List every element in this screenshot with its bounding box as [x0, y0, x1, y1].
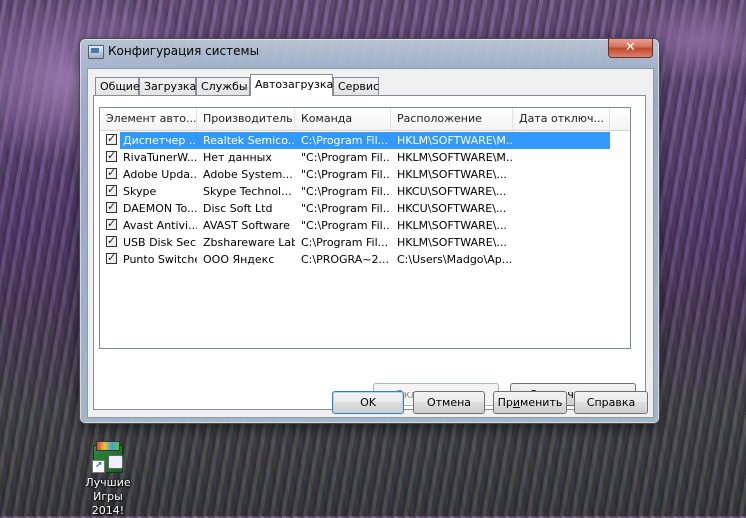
list-header: Элемент авто... Производитель Команда Ра… [100, 108, 630, 131]
list-row[interactable]: DAEMON To... Disc Soft Ltd "C:\Program F… [100, 200, 610, 217]
column-header-vendor[interactable]: Производитель [197, 108, 295, 130]
startup-checkbox[interactable] [106, 166, 117, 179]
cell-command: "C:\Program Fil... [301, 151, 391, 164]
tab-tools[interactable]: Сервис [333, 77, 379, 95]
cell-vendor: Нет данных [203, 151, 272, 164]
cell-item: USB Disk Sec... [123, 236, 197, 249]
cell-date [515, 132, 610, 149]
cell-item: Диспетчер ... [123, 134, 197, 147]
shortcut-arrow-icon: ↗ [92, 460, 105, 473]
close-button[interactable]: ✕ [608, 39, 653, 58]
ok-button[interactable]: OK [332, 391, 404, 414]
cell-date [515, 183, 610, 200]
apply-label-pre: Пр [497, 396, 513, 409]
desktop-icon-label-line2: Игры 2014! [91, 490, 125, 517]
desktop-shortcut-best-games[interactable]: ↗ Лучшие Игры 2014! [76, 441, 140, 518]
startup-checkbox[interactable] [106, 251, 117, 264]
startup-checkbox[interactable] [106, 149, 117, 162]
cell-date [515, 217, 610, 234]
startup-checkbox[interactable] [106, 234, 117, 247]
dialog-client-area: Общие Загрузка Службы Автозагрузка Серви… [87, 68, 654, 418]
list-row[interactable]: Adobe Upda... Adobe System... "C:\Progra… [100, 166, 610, 183]
cell-item: RivaTunerW... [123, 151, 197, 164]
cell-item: Avast Antivi... [123, 219, 197, 232]
cell-location: C:\Users\Madgo\Ap... [397, 253, 513, 266]
tab-general[interactable]: Общие [95, 77, 140, 95]
list-row[interactable]: USB Disk Sec... Zbshareware Lab C:\Progr… [100, 234, 610, 251]
cell-vendor: Skype Technol... [203, 185, 292, 198]
apply-accel: и [512, 396, 521, 409]
cell-command: C:\Program Fil... [301, 236, 389, 249]
desktop-icon-label-line1: Лучшие [85, 476, 131, 489]
window-title: Конфигурация системы [108, 44, 260, 58]
startup-checkbox[interactable] [106, 183, 117, 196]
title-bar[interactable]: Конфигурация системы ✕ [80, 39, 659, 65]
help-button[interactable]: Справка [574, 391, 648, 414]
system-configuration-window: Конфигурация системы ✕ Общие Загрузка Сл… [79, 38, 660, 424]
cancel-button[interactable]: Отмена [413, 391, 485, 414]
column-header-date-disabled[interactable]: Дата отключ... [513, 108, 610, 130]
msconfig-app-icon [88, 45, 104, 59]
list-row[interactable]: Диспетчер ... Realtek Semico... C:\Progr… [100, 132, 610, 149]
cell-item: DAEMON To... [123, 202, 197, 215]
tab-startup[interactable]: Автозагрузка [250, 74, 333, 96]
tab-services[interactable]: Службы [196, 77, 250, 95]
games-shortcut-icon: ↗ [91, 441, 125, 473]
cell-location: HKLM\SOFTWARE\M... [397, 151, 513, 164]
cell-location: HKCU\SOFTWARE\... [397, 185, 507, 198]
cell-vendor: AVAST Software [203, 219, 290, 232]
cell-item: Skype [123, 185, 157, 198]
column-header-command[interactable]: Команда [295, 108, 391, 130]
list-row[interactable]: RivaTunerW... Нет данных "C:\Program Fil… [100, 149, 610, 166]
cell-date [515, 200, 610, 217]
list-row[interactable]: Avast Antivi... AVAST Software "C:\Progr… [100, 217, 610, 234]
cell-command: "C:\Program Fil... [301, 202, 391, 215]
cell-command: "C:\Program Fil... [301, 168, 391, 181]
cell-vendor: Disc Soft Ltd [203, 202, 273, 215]
cell-location: HKLM\SOFTWARE\M... [397, 134, 513, 147]
cell-location: HKLM\SOFTWARE\... [397, 219, 507, 232]
apply-label-post: менить [520, 396, 563, 409]
cell-date [515, 149, 610, 166]
cell-location: HKLM\SOFTWARE\... [397, 168, 507, 181]
cell-vendor: Zbshareware Lab [203, 236, 295, 249]
cell-vendor: Realtek Semico... [203, 134, 295, 147]
column-header-location[interactable]: Расположение [391, 108, 513, 130]
cell-command: C:\PROGRA~2... [301, 253, 389, 266]
tab-boot[interactable]: Загрузка [139, 77, 196, 95]
cell-location: HKLM\SOFTWARE\... [397, 236, 507, 249]
list-row[interactable]: Punto Switcher ООО Яндекс C:\PROGRA~2...… [100, 251, 610, 268]
cell-date [515, 234, 610, 251]
startup-checkbox[interactable] [106, 132, 117, 145]
cell-item: Punto Switcher [123, 253, 197, 266]
column-header-item[interactable]: Элемент авто... [100, 108, 197, 130]
cell-command: "C:\Program Fil... [301, 185, 391, 198]
startup-checkbox[interactable] [106, 200, 117, 213]
cell-date [515, 166, 610, 183]
cell-command: "C:\Program Fil... [301, 219, 391, 232]
cell-date [515, 251, 610, 268]
cell-vendor: Adobe System... [203, 168, 293, 181]
startup-checkbox[interactable] [106, 217, 117, 230]
startup-items-list[interactable]: Элемент авто... Производитель Команда Ра… [99, 107, 631, 349]
cell-command: C:\Program Fil... [301, 134, 389, 147]
cell-item: Adobe Upda... [123, 168, 197, 181]
icon-box-badge [108, 455, 123, 469]
cell-location: HKCU\SOFTWARE\... [397, 202, 507, 215]
cell-vendor: ООО Яндекс [203, 253, 275, 266]
icon-box-stripe [96, 441, 120, 451]
list-row[interactable]: Skype Skype Technol... "C:\Program Fil..… [100, 183, 610, 200]
apply-button[interactable]: Применить [493, 391, 567, 414]
